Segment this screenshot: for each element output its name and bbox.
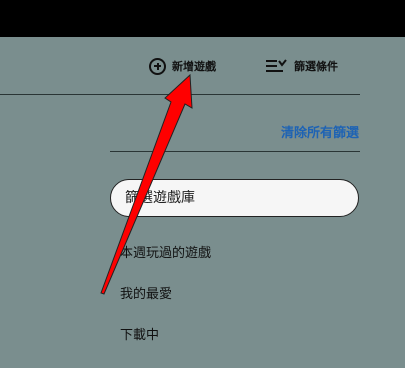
filters-divider [110,151,360,152]
add-game-label: 新增遊戲 [172,60,216,73]
filter-icon [266,59,287,72]
filter-label: 篩選條件 [294,60,338,73]
library-list: 本週玩過的遊戲 我的最愛 下載中 [120,245,211,368]
library-filter-box[interactable] [110,179,359,217]
list-item-favorites[interactable]: 我的最愛 [120,286,211,327]
add-game-button[interactable]: 新增遊戲 [149,55,216,77]
clear-all-filters-link[interactable]: 清除所有篩選 [281,122,359,141]
top-bar [0,0,405,37]
list-item-downloading[interactable]: 下載中 [120,327,211,368]
toolbar-divider [0,94,360,95]
list-item-played-this-week[interactable]: 本週玩過的遊戲 [120,245,211,286]
add-circle-icon [149,57,166,75]
library-filter-input[interactable] [125,190,345,206]
filter-button[interactable]: 篩選條件 [266,55,338,77]
